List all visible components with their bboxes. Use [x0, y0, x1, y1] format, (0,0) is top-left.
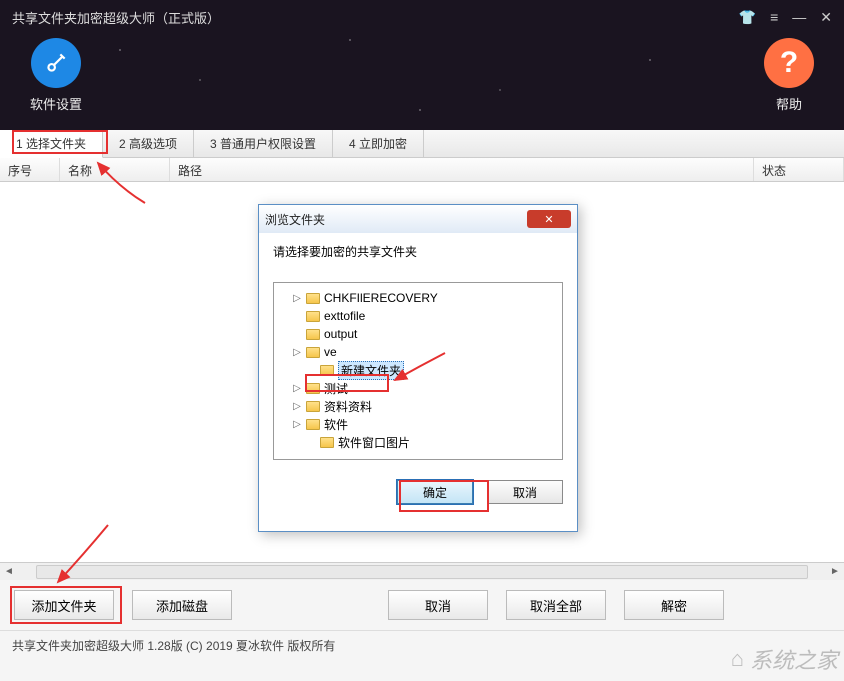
window-controls: 👕 ≡ — ✕: [739, 9, 832, 26]
column-headers: 序号 名称 路径 状态: [0, 158, 844, 182]
add-disk-button[interactable]: 添加磁盘: [132, 590, 232, 620]
tree-item[interactable]: ▷ 软件: [278, 415, 558, 433]
tree-item-label: CHKFIlERECOVERY: [324, 291, 438, 305]
add-folder-button[interactable]: 添加文件夹: [14, 590, 114, 620]
folder-icon: [320, 365, 334, 376]
folder-icon: [306, 347, 320, 358]
expand-icon[interactable]: ▷: [292, 347, 302, 358]
tree-item-label: 资料资料: [324, 398, 372, 415]
watermark: ⌂ 系统之家: [731, 643, 838, 675]
dialog-cancel-button[interactable]: 取消: [487, 480, 563, 504]
tab-advanced[interactable]: 2 高级选项: [103, 130, 194, 157]
dialog-prompt: 请选择要加密的共享文件夹: [273, 243, 563, 260]
dialog-titlebar: 浏览文件夹 ✕: [259, 205, 577, 233]
tree-item-label: output: [324, 327, 357, 341]
menu-icon[interactable]: ≡: [770, 9, 778, 26]
tree-item-label: 软件窗口图片: [338, 434, 410, 451]
bottom-toolbar: 添加文件夹 添加磁盘 取消 取消全部 解密: [0, 580, 844, 630]
tree-item[interactable]: 新建文件夹: [278, 361, 558, 379]
tree-item[interactable]: 软件窗口图片: [278, 433, 558, 451]
status-bar: 共享文件夹加密超级大师 1.28版 (C) 2019 夏冰软件 版权所有: [0, 630, 844, 660]
expand-icon[interactable]: ▷: [292, 383, 302, 394]
folder-icon: [306, 419, 320, 430]
col-path[interactable]: 路径: [170, 158, 754, 181]
tree-item[interactable]: ▷ 资料资料: [278, 397, 558, 415]
title-bar: 共享文件夹加密超级大师（正式版） 👕 ≡ — ✕: [0, 0, 844, 34]
tree-item[interactable]: exttofile: [278, 307, 558, 325]
status-text: 共享文件夹加密超级大师 1.28版 (C) 2019 夏冰软件 版权所有: [12, 637, 335, 654]
tab-select-folder[interactable]: 1 选择文件夹: [0, 130, 103, 158]
watermark-text: 系统之家: [750, 643, 838, 675]
expand-icon[interactable]: ▷: [292, 293, 302, 304]
close-icon[interactable]: ✕: [820, 9, 832, 26]
settings-button[interactable]: 软件设置: [30, 38, 82, 113]
folder-icon: [306, 311, 320, 322]
folder-tree[interactable]: ▷CHKFIlERECOVERYexttofileoutput▷ve新建文件夹▷…: [273, 282, 563, 460]
dialog-title: 浏览文件夹: [265, 211, 527, 228]
tree-item-label: 测试: [324, 380, 348, 397]
tree-item-label: exttofile: [324, 309, 365, 323]
settings-label: 软件设置: [30, 94, 82, 113]
scroll-right-icon[interactable]: ►: [826, 566, 844, 577]
tree-item[interactable]: output: [278, 325, 558, 343]
help-label: 帮助: [776, 94, 802, 113]
browse-folder-dialog: 浏览文件夹 ✕ 请选择要加密的共享文件夹 ▷ CHKFIlERECOVERY ext…: [258, 204, 578, 532]
help-button[interactable]: ? 帮助: [764, 38, 814, 113]
tree-item-label: ve: [324, 345, 337, 359]
folder-icon: [306, 383, 320, 394]
folder-icon: [306, 329, 320, 340]
watermark-icon: ⌂: [731, 646, 744, 672]
expand-icon[interactable]: ▷: [292, 401, 302, 412]
cancel-button[interactable]: 取消: [388, 590, 488, 620]
help-icon: ?: [764, 38, 814, 88]
step-tabs: 1 选择文件夹 2 高级选项 3 普通用户权限设置 4 立即加密: [0, 130, 844, 158]
expand-icon[interactable]: ▷: [292, 419, 302, 430]
window-title: 共享文件夹加密超级大师（正式版）: [12, 8, 739, 27]
tab-permissions[interactable]: 3 普通用户权限设置: [194, 130, 333, 157]
tree-item[interactable]: ▷ 测试: [278, 379, 558, 397]
horizontal-scrollbar[interactable]: ◄ ►: [0, 562, 844, 580]
tree-item-label: 新建文件夹: [338, 361, 404, 380]
skin-icon[interactable]: 👕: [739, 9, 756, 26]
tree-item[interactable]: ▷ ve: [278, 343, 558, 361]
scroll-track[interactable]: [36, 565, 808, 579]
tree-item-label: 软件: [324, 416, 348, 433]
folder-icon: [306, 401, 320, 412]
col-index[interactable]: 序号: [0, 158, 60, 181]
tree-item[interactable]: ▷ CHKFIlERECOVERY: [278, 289, 558, 307]
dialog-close-button[interactable]: ✕: [527, 210, 571, 228]
settings-icon: [31, 38, 81, 88]
decrypt-button[interactable]: 解密: [624, 590, 724, 620]
cancel-all-button[interactable]: 取消全部: [506, 590, 606, 620]
tab-encrypt[interactable]: 4 立即加密: [333, 130, 424, 157]
scroll-left-icon[interactable]: ◄: [0, 566, 18, 577]
col-name[interactable]: 名称: [60, 158, 170, 181]
col-status[interactable]: 状态: [754, 158, 844, 181]
minimize-icon[interactable]: —: [792, 9, 806, 26]
folder-icon: [320, 437, 334, 448]
folder-icon: [306, 293, 320, 304]
app-header: 共享文件夹加密超级大师（正式版） 👕 ≡ — ✕ 软件设置 ? 帮助: [0, 0, 844, 130]
dialog-ok-button[interactable]: 确定: [397, 480, 473, 504]
